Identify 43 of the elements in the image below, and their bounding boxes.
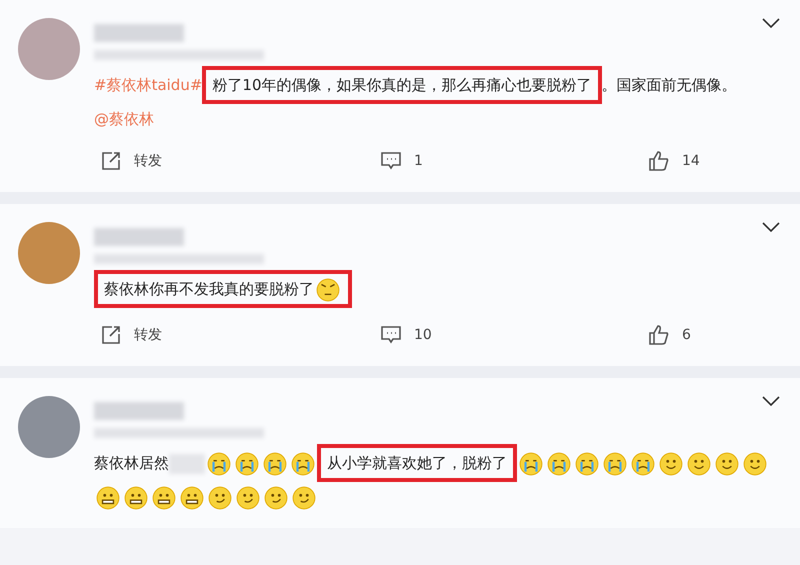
comment-text: 蔡依林居然 [94, 454, 169, 472]
like-count: 6 [682, 327, 691, 343]
crying-emoji-icon [263, 452, 287, 476]
smirking-emoji-icon [292, 486, 316, 510]
crying-emoji-icon [519, 452, 543, 476]
share-icon[interactable] [100, 324, 122, 346]
repost-label[interactable]: 转发 [134, 326, 162, 344]
smiling-emoji-icon [715, 452, 739, 476]
crying-emoji-icon [235, 452, 259, 476]
grimacing-emoji-icon [180, 486, 204, 510]
grimacing-emoji-icon [124, 486, 148, 510]
crying-emoji-icon [603, 452, 627, 476]
smirking-emoji-icon [236, 486, 260, 510]
crying-emoji-icon [291, 452, 315, 476]
smirking-emoji-icon [208, 486, 232, 510]
share-icon[interactable] [100, 150, 122, 172]
comment-count: 10 [414, 327, 432, 343]
chevron-down-icon[interactable] [762, 222, 780, 232]
thumbs-up-icon[interactable] [648, 150, 670, 172]
smiling-emoji-icon [659, 452, 683, 476]
smiling-emoji-icon [687, 452, 711, 476]
comment-text: 从小学就喜欢她了，脱粉了 [327, 454, 507, 472]
chevron-down-icon[interactable] [762, 396, 780, 406]
repost-label[interactable]: 转发 [134, 152, 162, 170]
crying-emoji-icon [631, 452, 655, 476]
crying-emoji-icon [547, 452, 571, 476]
comment-count: 1 [414, 153, 423, 169]
smiling-emoji-icon [743, 452, 767, 476]
angry-emoji-icon [316, 278, 340, 302]
comment-text: 。国家面前无偶 [602, 76, 706, 94]
thumbs-up-icon[interactable] [648, 324, 670, 346]
comment-text: 粉了10年的偶像，如果你真的是，那么再痛心也要脱粉了 [212, 76, 592, 94]
comment-text: 像。 [706, 76, 736, 94]
comment-icon[interactable] [380, 325, 402, 345]
like-count: 14 [682, 153, 700, 169]
comment-icon[interactable] [380, 151, 402, 171]
crying-emoji-icon [575, 452, 599, 476]
crying-emoji-icon [207, 452, 231, 476]
grimacing-emoji-icon [152, 486, 176, 510]
grimacing-emoji-icon [96, 486, 120, 510]
chevron-down-icon[interactable] [762, 18, 780, 28]
smirking-emoji-icon [264, 486, 288, 510]
comment-text: 蔡依林你再不发我真的要脱粉了 [104, 280, 314, 298]
